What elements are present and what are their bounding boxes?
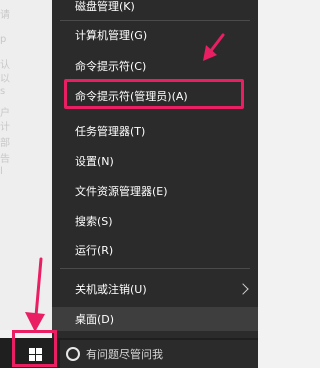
menu-item-file-explorer[interactable]: 文件资源管理器(E) xyxy=(52,179,258,203)
menu-item-run[interactable]: 运行(R) xyxy=(52,238,258,262)
background-text: 请 xyxy=(0,10,10,21)
search-placeholder: 有问题尽管问我 xyxy=(86,348,163,361)
annotation-highlight-box xyxy=(64,79,244,109)
menu-divider xyxy=(60,268,250,269)
menu-item-disk-management[interactable]: 磁盘管理(K) xyxy=(52,0,258,18)
background-text: l xyxy=(0,166,3,177)
menu-item-shutdown-signout[interactable]: 关机或注销(U) xyxy=(52,277,258,301)
menu-item-task-manager[interactable]: 任务管理器(T) xyxy=(52,119,258,143)
annotation-arrow-icon xyxy=(25,257,45,332)
menu-item-search[interactable]: 搜索(S) xyxy=(52,209,258,233)
menu-item-settings[interactable]: 设置(N) xyxy=(52,149,258,173)
background-text: p xyxy=(0,34,7,45)
menu-divider xyxy=(60,20,250,21)
background-text: 以 xyxy=(0,74,10,85)
annotation-start-box xyxy=(12,330,57,367)
annotation-arrow-icon xyxy=(203,33,225,61)
cortana-circle-icon xyxy=(66,347,80,361)
background-text: 户 xyxy=(0,108,10,119)
menu-item-desktop[interactable]: 桌面(D) xyxy=(52,307,258,331)
taskbar-search-box[interactable]: 有问题尽管问我 xyxy=(60,340,258,368)
background-text: s xyxy=(0,86,6,97)
background-text: 计 xyxy=(0,122,10,133)
background-text: 认 xyxy=(0,60,10,71)
background-text: 告 xyxy=(0,154,10,165)
background-text: 部 xyxy=(0,138,10,149)
